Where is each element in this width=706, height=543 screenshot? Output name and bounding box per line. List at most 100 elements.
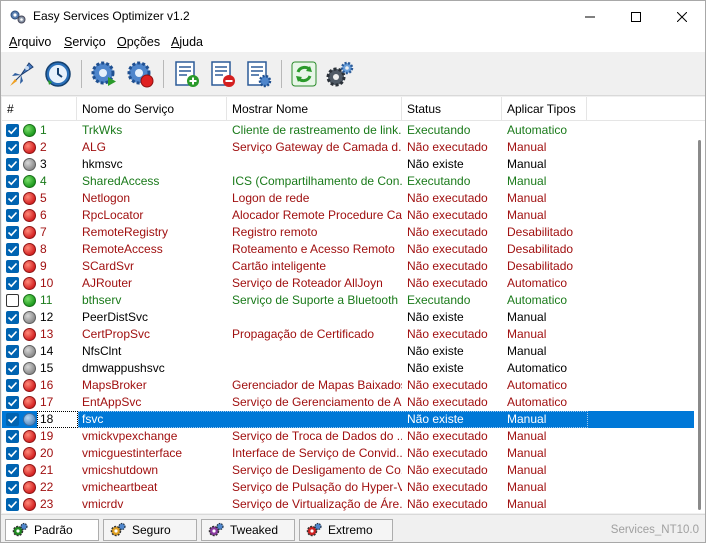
menu-arquivo[interactable]: Arquivo: [9, 35, 51, 49]
row-checkbox[interactable]: [6, 498, 19, 511]
row-checkbox[interactable]: [6, 345, 19, 358]
checkmark-icon: [7, 381, 18, 390]
row-checkbox[interactable]: [6, 192, 19, 205]
table-row[interactable]: 18 fsvc Não existe Manual: [2, 411, 694, 428]
maximize-button[interactable]: [613, 1, 659, 32]
table-row[interactable]: 5 Netlogon Logon de rede Não executado Manua…: [2, 190, 694, 207]
service-status: Não executado: [407, 480, 488, 494]
row-checkbox[interactable]: [6, 430, 19, 443]
row-checkbox[interactable]: [6, 294, 19, 307]
column-header-service-name[interactable]: Nome do Serviço: [77, 97, 227, 121]
scrollbar-thumb[interactable]: [698, 140, 701, 510]
table-row[interactable]: 2 ALG Serviço Gateway de Camada d... Não ex…: [2, 139, 694, 156]
table-row[interactable]: 12 PeerDistSvc Não existe Manual: [2, 309, 694, 326]
checkmark-icon: [7, 313, 18, 322]
tab-label: Padrão: [34, 523, 73, 537]
column-header-status[interactable]: Status: [402, 97, 502, 121]
status-dot-icon: [23, 277, 36, 290]
status-dot-icon: [23, 430, 36, 443]
startup-type: Automatico: [507, 123, 568, 137]
row-checkbox[interactable]: [6, 226, 19, 239]
row-checkbox[interactable]: [6, 260, 19, 273]
table-row[interactable]: 4 SharedAccess ICS (Compartilhamento de Co…: [2, 173, 694, 190]
service-name: vmicguestinterface: [82, 446, 183, 460]
table-row[interactable]: 8 RemoteAccess Roteamento e Acesso Remoto N…: [2, 241, 694, 258]
list-settings-button[interactable]: [241, 57, 275, 91]
table-row[interactable]: 9 SCardSvr Cartão inteligente Não executado…: [2, 258, 694, 275]
table-row[interactable]: 19 vmickvpexchange Serviço de Troca de Dad…: [2, 428, 694, 445]
row-checkbox[interactable]: [6, 158, 19, 171]
row-checkbox[interactable]: [6, 447, 19, 460]
checkmark-icon: [7, 449, 18, 458]
table-row[interactable]: 17 EntAppSvc Serviço de Gerenciamento de A…: [2, 394, 694, 411]
remove-list-button[interactable]: [205, 57, 239, 91]
service-name: vmickvpexchange: [82, 429, 178, 443]
add-list-button[interactable]: [169, 57, 203, 91]
row-checkbox[interactable]: [6, 141, 19, 154]
checkmark-icon: [7, 228, 18, 237]
tab-padrao[interactable]: Padrão: [5, 519, 99, 541]
row-checkbox[interactable]: [6, 362, 19, 375]
checkmark-icon: [7, 500, 18, 509]
minimize-button[interactable]: [567, 1, 613, 32]
table-row[interactable]: 14 NfsClnt Não existe Manual: [2, 343, 694, 360]
menu-servico[interactable]: Serviço: [64, 35, 106, 49]
restore-button[interactable]: [41, 57, 75, 91]
tab-seguro[interactable]: Seguro: [103, 519, 197, 541]
app-gears-icon: [10, 10, 26, 24]
start-service-button[interactable]: [87, 57, 121, 91]
toolbar-separator: [163, 60, 164, 88]
menu-opcoes[interactable]: Opções: [117, 35, 160, 49]
status-dot-icon: [23, 447, 36, 460]
column-header-number[interactable]: #: [2, 97, 77, 121]
table-row[interactable]: 7 RemoteRegistry Registro remoto Não execut…: [2, 224, 694, 241]
table-row[interactable]: 13 CertPropSvc Propagação de Certificado Nã…: [2, 326, 694, 343]
table-row[interactable]: 10 AJRouter Serviço de Roteador AllJoyn Não…: [2, 275, 694, 292]
toolbar-separator: [281, 60, 282, 88]
table-row[interactable]: 23 vmicrdv Serviço de Virtualização de Áre…: [2, 496, 694, 513]
status-dot-icon: [23, 124, 36, 137]
row-checkbox[interactable]: [6, 413, 19, 426]
row-number: 22: [40, 480, 54, 494]
row-checkbox[interactable]: [6, 464, 19, 477]
table-row[interactable]: 20 vmicguestinterface Interface de Serviço…: [2, 445, 694, 462]
vertical-scrollbar[interactable]: [694, 122, 705, 513]
row-checkbox[interactable]: [6, 209, 19, 222]
row-checkbox[interactable]: [6, 328, 19, 341]
display-name: [232, 360, 402, 377]
column-header-startup-type[interactable]: Aplicar Tipos: [502, 97, 587, 121]
table-row[interactable]: 16 MapsBroker Gerenciador de Mapas Baixado…: [2, 377, 694, 394]
table-row[interactable]: 1 TrkWks Cliente de rastreamento de link..…: [2, 122, 694, 139]
title-bar[interactable]: Easy Services Optimizer v1.2: [1, 1, 705, 32]
refresh-button[interactable]: [287, 57, 321, 91]
display-name: Interface de Serviço de Convid...: [232, 446, 402, 460]
menu-ajuda[interactable]: Ajuda: [171, 35, 203, 49]
table-row[interactable]: 21 vmicshutdown Serviço de Desligamento de…: [2, 462, 694, 479]
tab-tweaked[interactable]: Tweaked: [201, 519, 295, 541]
row-checkbox[interactable]: [6, 243, 19, 256]
startup-type: Desabilitado: [507, 225, 574, 239]
restore-clock-icon: [45, 61, 71, 87]
row-checkbox[interactable]: [6, 124, 19, 137]
table-row[interactable]: 11 bthserv Serviço de Suporte a Bluetooth E…: [2, 292, 694, 309]
row-checkbox[interactable]: [6, 311, 19, 324]
row-checkbox[interactable]: [6, 379, 19, 392]
tab-extremo[interactable]: Extremo: [299, 519, 393, 541]
services-list[interactable]: # Nome do Serviço Mostrar Nome Status Ap…: [2, 97, 705, 513]
row-checkbox[interactable]: [6, 481, 19, 494]
row-checkbox[interactable]: [6, 277, 19, 290]
stop-service-button[interactable]: [123, 57, 157, 91]
startup-type: Manual: [507, 157, 547, 171]
table-row[interactable]: 22 vmicheartbeat Serviço de Pulsação do Hy…: [2, 479, 694, 496]
service-status: Não executado: [407, 276, 488, 290]
services-settings-button[interactable]: [323, 57, 357, 91]
column-header-display-name[interactable]: Mostrar Nome: [227, 97, 402, 121]
table-row[interactable]: 15 dmwappushsvc Não existe Automatico: [2, 360, 694, 377]
row-checkbox[interactable]: [6, 175, 19, 188]
table-row[interactable]: 6 RpcLocator Alocador Remote Procedure Ca.…: [2, 207, 694, 224]
service-status: Não executado: [407, 191, 488, 205]
row-checkbox[interactable]: [6, 396, 19, 409]
table-row[interactable]: 3 hkmsvc Não existe Manual: [2, 156, 694, 173]
optimize-button[interactable]: [5, 57, 39, 91]
close-button[interactable]: [659, 1, 705, 32]
